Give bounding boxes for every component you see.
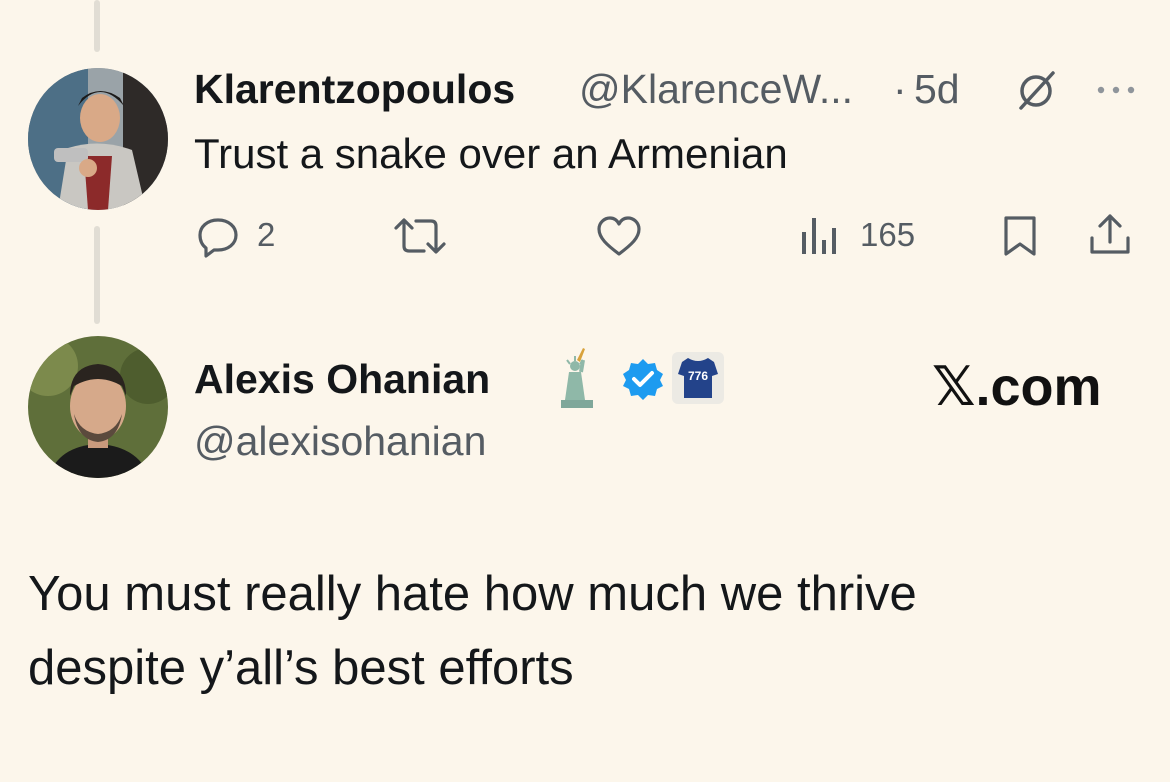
verified-badge-icon[interactable] [621,357,665,401]
timestamp[interactable]: 5d [914,66,960,113]
tweet-text-line-1: You must really hate how much we thrive [28,567,917,621]
repost-icon[interactable] [392,214,448,258]
jersey-number: 776 [687,369,709,383]
tweet-text-line-2: despite y’all’s best efforts [28,641,574,695]
more-icon[interactable] [1094,82,1138,98]
reply-icon[interactable] [196,214,240,258]
thread-line-bottom [94,226,100,324]
bookmark-icon[interactable] [1000,214,1040,258]
share-icon[interactable] [1086,212,1134,258]
avatar[interactable] [28,336,168,478]
avatar[interactable] [28,68,168,210]
grok-icon[interactable] [1013,68,1059,114]
site-logo[interactable]: 𝕏.com [932,355,1102,419]
handle[interactable]: @KlarenceW... [579,66,853,113]
thread-line-top [94,0,100,52]
x-logo-icon: 𝕏 [932,355,976,418]
display-name[interactable]: Klarentzopoulos [194,66,515,113]
handle[interactable]: @alexisohanian [194,418,486,465]
like-icon[interactable] [595,214,643,258]
site-domain: .com [975,357,1102,417]
statue-of-liberty-emoji [561,348,593,408]
view-count: 165 [860,216,916,253]
reply-count: 2 [257,216,276,253]
tweet-text: Trust a snake over an Armenian [194,130,788,177]
views-icon[interactable] [800,214,840,256]
display-name[interactable]: Alexis Ohanian [194,356,490,403]
jersey-emoji: 776 [672,352,724,404]
separator: · [893,66,907,112]
